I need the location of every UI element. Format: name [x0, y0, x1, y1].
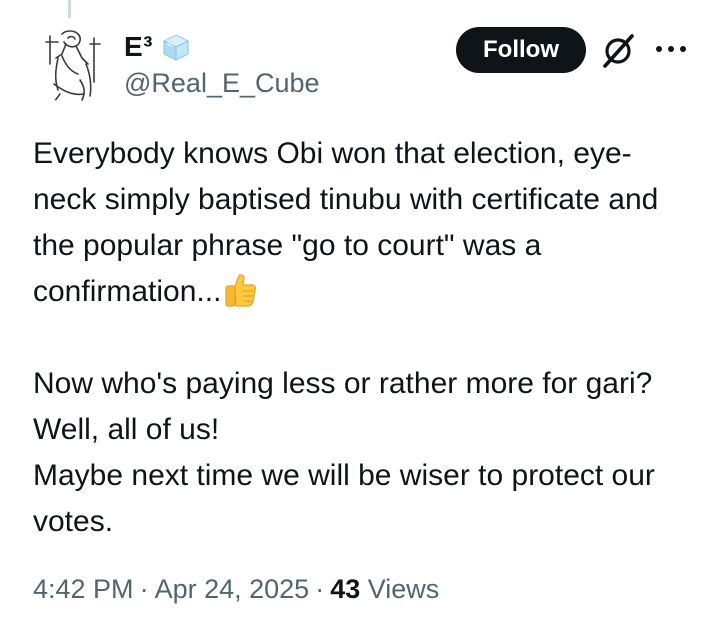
follow-button[interactable]: Follow	[456, 27, 586, 73]
avatar-sketch-image	[32, 24, 112, 104]
tweet-paragraph-1: Everybody knows Obi won that election, e…	[33, 131, 693, 315]
display-name-row: E³	[124, 28, 191, 66]
display-name[interactable]: E³	[124, 31, 153, 63]
meta-separator: ·	[315, 574, 325, 604]
ice-cube-emoji-icon	[162, 34, 190, 61]
grok-icon[interactable]	[600, 30, 636, 70]
thumbs-up-emoji-icon	[225, 274, 257, 307]
tweet-text: Everybody knows Obi won that election, e…	[33, 131, 693, 545]
tweet-date[interactable]: Apr 24, 2025	[155, 574, 310, 604]
tweet-meta: 4:42 PM · Apr 24, 2025 · 43 Views	[33, 574, 439, 605]
tweet-line-2a: Now who's paying less or rather more for…	[33, 367, 661, 446]
views-label: Views	[367, 574, 440, 604]
thread-connector-line	[68, 0, 71, 18]
author-handle[interactable]: @Real_E_Cube	[124, 68, 320, 99]
more-options-icon[interactable]	[654, 40, 688, 58]
views-count: 43	[330, 574, 361, 604]
tweet-line-2b: Maybe next time we will be wiser to prot…	[33, 459, 664, 538]
tweet-time[interactable]: 4:42 PM	[33, 574, 134, 604]
meta-separator: ·	[139, 574, 149, 604]
tweet-paragraph-1-text: Everybody knows Obi won that election, e…	[33, 137, 667, 308]
avatar[interactable]	[32, 24, 112, 104]
